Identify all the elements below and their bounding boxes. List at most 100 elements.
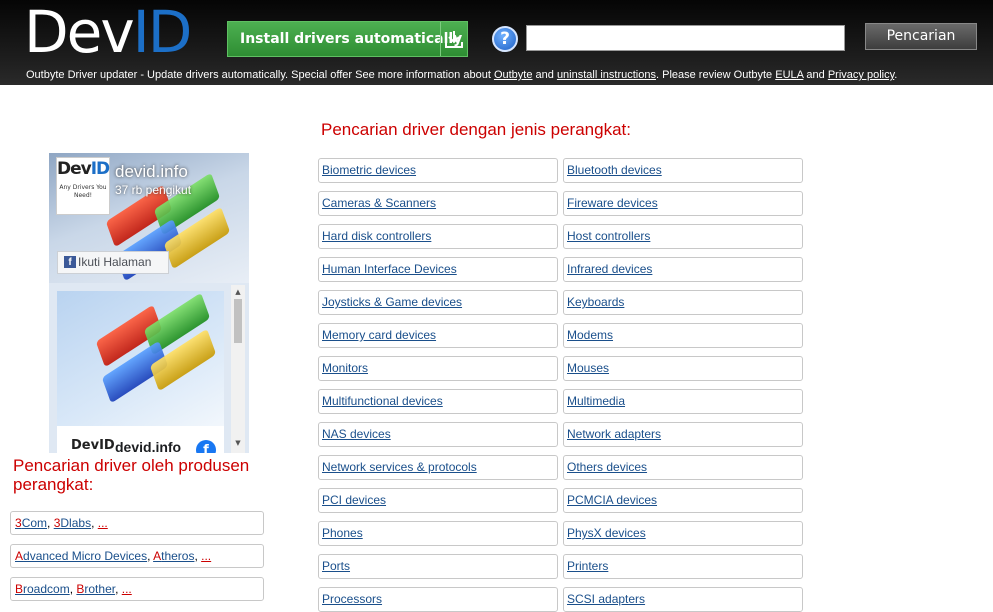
category-link[interactable]: Multifunctional devices bbox=[322, 394, 443, 408]
category-item: Memory card devices bbox=[318, 323, 558, 348]
category-link[interactable]: Phones bbox=[322, 526, 363, 540]
facebook-page-name[interactable]: devid.info bbox=[115, 162, 188, 182]
category-link[interactable]: Memory card devices bbox=[322, 328, 436, 342]
outbyte-link[interactable]: Outbyte bbox=[494, 69, 533, 81]
privacy-policy-link[interactable]: Privacy policy bbox=[828, 69, 894, 81]
category-link[interactable]: Bluetooth devices bbox=[567, 163, 662, 177]
manufacturer-link-brother[interactable]: Brother bbox=[76, 582, 115, 596]
scroll-down-icon[interactable]: ▼ bbox=[234, 439, 242, 447]
facebook-round-icon: f bbox=[196, 440, 216, 453]
category-link[interactable]: Others devices bbox=[567, 460, 647, 474]
category-link[interactable]: NAS devices bbox=[322, 427, 391, 441]
category-item: PhysX devices bbox=[563, 521, 803, 546]
category-link[interactable]: Joysticks & Game devices bbox=[322, 295, 462, 309]
mfr-rest: theros bbox=[161, 549, 195, 563]
manufacturer-more-link[interactable]: ... bbox=[98, 516, 108, 530]
category-link[interactable]: PhysX devices bbox=[567, 526, 646, 540]
category-item: Ports bbox=[318, 554, 558, 579]
category-link[interactable]: Keyboards bbox=[567, 295, 624, 309]
mfr-rest: Dlabs bbox=[60, 516, 92, 530]
category-link[interactable]: Multimedia bbox=[567, 394, 625, 408]
facebook-post-name[interactable]: devid.info bbox=[115, 439, 181, 453]
category-item: PCMCIA devices bbox=[563, 488, 803, 513]
follow-page-label: Ikuti Halaman bbox=[78, 255, 152, 269]
category-link[interactable]: PCMCIA devices bbox=[567, 493, 657, 507]
facebook-post-image[interactable] bbox=[57, 291, 224, 426]
category-link[interactable]: Modems bbox=[567, 328, 613, 342]
follow-page-button[interactable]: f Ikuti Halaman bbox=[57, 251, 169, 274]
category-item: NAS devices bbox=[318, 422, 558, 447]
scroll-thumb[interactable] bbox=[234, 299, 242, 343]
facebook-post-logo: DevID bbox=[71, 438, 115, 453]
mfr-first-letter: A bbox=[153, 549, 162, 563]
manufacturer-more-link[interactable]: ... bbox=[122, 582, 132, 596]
category-link[interactable]: Processors bbox=[322, 592, 382, 606]
facebook-page-logo: DevID Any Drivers You Need! bbox=[56, 157, 110, 215]
category-item: Hard disk controllers bbox=[318, 224, 558, 249]
category-item: Others devices bbox=[563, 455, 803, 480]
category-link[interactable]: Fireware devices bbox=[567, 196, 658, 210]
install-drivers-button[interactable]: Install drivers automatically bbox=[227, 21, 468, 57]
category-link[interactable]: PCI devices bbox=[322, 493, 386, 507]
mfr-rest: roadcom bbox=[23, 582, 70, 596]
mfr-first-letter: 3 bbox=[15, 516, 22, 530]
mfr-first-letter: A bbox=[15, 549, 24, 563]
scroll-up-icon[interactable]: ▲ bbox=[234, 288, 242, 296]
header-bar: DevID Install drivers automatically ? Pe… bbox=[0, 0, 993, 85]
category-link[interactable]: Human Interface Devices bbox=[322, 262, 457, 276]
category-item: PCI devices bbox=[318, 488, 558, 513]
eula-link[interactable]: EULA bbox=[775, 69, 803, 81]
category-item: SCSI adapters bbox=[563, 587, 803, 612]
category-link[interactable]: Host controllers bbox=[567, 229, 650, 243]
category-link[interactable]: Network services & protocols bbox=[322, 460, 477, 474]
manufacturer-link-atheros[interactable]: Atheros bbox=[153, 549, 194, 563]
promo-text-3: . Please review Outbyte bbox=[656, 69, 776, 81]
category-link[interactable]: Monitors bbox=[322, 361, 368, 375]
manufacturer-link-3dlabs[interactable]: 3Dlabs bbox=[54, 516, 91, 530]
category-link[interactable]: Network adapters bbox=[567, 427, 661, 441]
manufacturer-link-3com[interactable]: 3Com bbox=[15, 516, 47, 530]
category-link[interactable]: Biometric devices bbox=[322, 163, 416, 177]
manufacturer-row: 3Com, 3Dlabs, ... bbox=[10, 511, 264, 535]
category-item: Mouses bbox=[563, 356, 803, 381]
category-link[interactable]: Mouses bbox=[567, 361, 609, 375]
category-item: Host controllers bbox=[563, 224, 803, 249]
category-item: Bluetooth devices bbox=[563, 158, 803, 183]
facebook-feed[interactable]: DevID devid.info f bbox=[57, 291, 224, 453]
category-link[interactable]: Printers bbox=[567, 559, 608, 573]
mfr-rest: dvanced Micro Devices bbox=[23, 549, 148, 563]
download-icon bbox=[440, 22, 467, 56]
install-drivers-label: Install drivers automatically bbox=[240, 31, 463, 47]
category-item: Joysticks & Game devices bbox=[318, 290, 558, 315]
category-item: Fireware devices bbox=[563, 191, 803, 216]
manufacturer-link-amd[interactable]: Advanced Micro Devices bbox=[15, 549, 147, 563]
fb-logo-tagline: Any Drivers You Need! bbox=[59, 184, 107, 199]
category-item: Infrared devices bbox=[563, 257, 803, 282]
uninstall-instructions-link[interactable]: uninstall instructions bbox=[557, 69, 656, 81]
help-icon[interactable]: ? bbox=[492, 26, 518, 52]
mfr-rest: Com bbox=[21, 516, 48, 530]
manufacturer-row: Broadcom, Brother, ... bbox=[10, 577, 264, 601]
category-link[interactable]: Infrared devices bbox=[567, 262, 652, 276]
promo-text-1: Outbyte Driver updater - Update drivers … bbox=[26, 69, 494, 81]
category-link[interactable]: SCSI adapters bbox=[567, 592, 645, 606]
manufacturer-more-link[interactable]: ... bbox=[201, 549, 211, 563]
devid-logo[interactable]: DevID bbox=[24, 2, 192, 62]
facebook-cover-image[interactable]: DevID Any Drivers You Need! devid.info 3… bbox=[49, 153, 249, 283]
manufacturer-link-broadcom[interactable]: Broadcom bbox=[15, 582, 70, 596]
promo-text-4: and bbox=[803, 69, 828, 81]
mfr-first-letter: B bbox=[15, 582, 24, 596]
fb-logo-dev: Dev bbox=[57, 159, 92, 179]
mfr-rest: rother bbox=[84, 582, 116, 596]
logo-id-text: ID bbox=[132, 0, 193, 66]
facebook-feed-scrollbar[interactable]: ▲ ▼ bbox=[231, 285, 245, 453]
facebook-page-widget: DevID Any Drivers You Need! devid.info 3… bbox=[49, 153, 249, 453]
category-link[interactable]: Hard disk controllers bbox=[322, 229, 431, 243]
search-button[interactable]: Pencarian bbox=[865, 23, 977, 50]
search-input[interactable] bbox=[526, 25, 845, 51]
category-item: Processors bbox=[318, 587, 558, 612]
category-item: Modems bbox=[563, 323, 803, 348]
category-link[interactable]: Ports bbox=[322, 559, 350, 573]
category-item: Phones bbox=[318, 521, 558, 546]
category-link[interactable]: Cameras & Scanners bbox=[322, 196, 436, 210]
